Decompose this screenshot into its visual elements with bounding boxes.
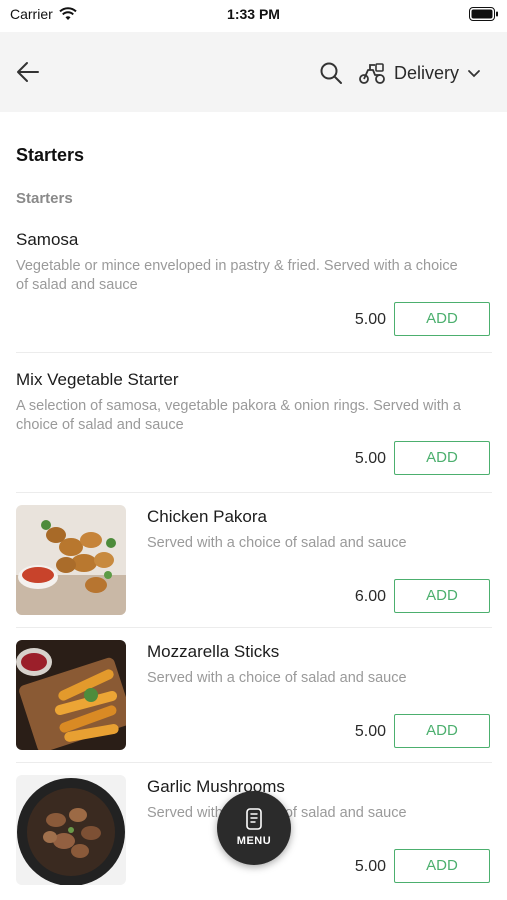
menu-item-samosa[interactable]: Samosa Vegetable or mince enveloped in p… bbox=[16, 230, 492, 295]
food-photo bbox=[16, 505, 126, 615]
back-arrow-icon[interactable] bbox=[14, 58, 42, 86]
delivery-label: Delivery bbox=[394, 62, 460, 83]
status-bar: Carrier 1:33 PM bbox=[0, 0, 507, 30]
divider bbox=[16, 352, 492, 353]
item-name: Chicken Pakora bbox=[147, 507, 268, 526]
menu-label: MENU bbox=[236, 835, 272, 847]
menu-fab-button[interactable]: MENU bbox=[217, 791, 291, 865]
item-description-line: of salad and sauce bbox=[16, 277, 138, 293]
section-title: Starters bbox=[16, 145, 85, 165]
chicken-pakora-image[interactable] bbox=[16, 505, 126, 615]
chevron-down-icon bbox=[468, 70, 480, 78]
clock: 1:33 PM bbox=[227, 6, 280, 22]
subsection-title: Starters bbox=[16, 190, 73, 207]
item-name: Mix Vegetable Starter bbox=[16, 370, 179, 389]
item-description-line: choice of salad and sauce bbox=[16, 417, 184, 433]
item-price: 5.00 bbox=[354, 450, 386, 467]
menu-item-mix-vegetable-starter[interactable]: Mix Vegetable Starter A selection of sam… bbox=[16, 370, 492, 435]
item-name: Mozzarella Sticks bbox=[147, 642, 280, 661]
battery-icon bbox=[469, 7, 498, 21]
add-button[interactable]: ADD bbox=[394, 441, 490, 475]
divider bbox=[16, 762, 492, 763]
scooter-icon bbox=[359, 63, 385, 84]
garlic-mushrooms-image[interactable] bbox=[16, 775, 126, 885]
divider bbox=[16, 492, 492, 493]
add-button[interactable]: ADD bbox=[394, 579, 490, 613]
add-button[interactable]: ADD bbox=[394, 714, 490, 748]
item-price: 6.00 bbox=[354, 588, 386, 605]
item-price: 5.00 bbox=[354, 311, 386, 328]
item-description: Served with a choice of salad and sauce bbox=[147, 535, 407, 551]
item-price: 5.00 bbox=[354, 858, 386, 875]
item-description-line: Vegetable or mince enveloped in pastry &… bbox=[16, 258, 458, 274]
food-photo bbox=[16, 775, 126, 885]
item-price: 5.00 bbox=[354, 723, 386, 740]
search-icon[interactable] bbox=[319, 61, 343, 85]
item-description-line: A selection of samosa, vegetable pakora … bbox=[16, 398, 461, 414]
add-button[interactable]: ADD bbox=[394, 302, 490, 336]
menu-book-icon bbox=[246, 808, 262, 830]
food-photo bbox=[16, 640, 126, 750]
item-description: Vegetable or mince enveloped in pastry &… bbox=[16, 257, 492, 295]
add-button[interactable]: ADD bbox=[394, 849, 490, 883]
item-name: Samosa bbox=[16, 230, 79, 249]
top-bar: Delivery bbox=[0, 32, 507, 112]
mozzarella-sticks-image[interactable] bbox=[16, 640, 126, 750]
divider bbox=[16, 627, 492, 628]
item-description: Served with a choice of salad and sauce bbox=[147, 670, 407, 686]
delivery-selector[interactable]: Delivery bbox=[358, 59, 481, 87]
item-description: A selection of samosa, vegetable pakora … bbox=[16, 397, 492, 435]
